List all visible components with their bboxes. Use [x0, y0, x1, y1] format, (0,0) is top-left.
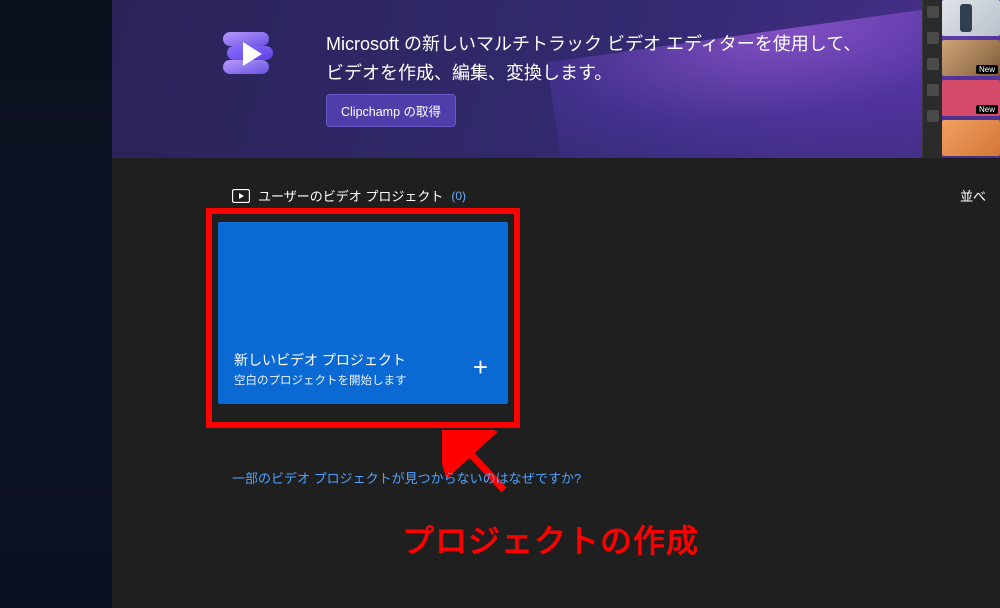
- clipchamp-icon: [220, 24, 278, 82]
- clipchamp-promo-banner: Microsoft の新しいマルチトラック ビデオ エディターを使用して、ビデオ…: [112, 0, 1000, 158]
- rail-icon[interactable]: [927, 58, 939, 70]
- projects-count-link[interactable]: (0): [451, 189, 466, 203]
- missing-projects-help-link[interactable]: 一部のビデオ プロジェクトが見つからないのはなぜですか?: [232, 468, 581, 487]
- get-clipchamp-button[interactable]: Clipchamp の取得: [326, 94, 456, 127]
- left-gutter: [0, 0, 112, 608]
- tile-subtitle: 空白のプロジェクトを開始します: [234, 372, 407, 388]
- projects-section-header: ユーザーのビデオ プロジェクト (0) 並べ: [232, 186, 986, 205]
- sort-dropdown[interactable]: 並べ: [960, 186, 986, 205]
- thumbnail[interactable]: New: [942, 80, 1000, 116]
- video-project-icon: [232, 189, 250, 203]
- rail-icon[interactable]: [927, 32, 939, 44]
- tile-title: 新しいビデオ プロジェクト: [234, 350, 406, 370]
- annotation-caption: プロジェクトの作成: [402, 516, 699, 562]
- thumbnail[interactable]: [942, 0, 1000, 36]
- rail-icon[interactable]: [927, 6, 939, 18]
- new-video-project-tile[interactable]: 新しいビデオ プロジェクト 空白のプロジェクトを開始します +: [218, 222, 508, 404]
- main-area: Microsoft の新しいマルチトラック ビデオ エディターを使用して、ビデオ…: [112, 0, 1000, 608]
- projects-section-title: ユーザーのビデオ プロジェクト: [258, 186, 443, 205]
- thumbnail[interactable]: [942, 120, 1000, 156]
- thumbnail-badge: New: [976, 65, 998, 74]
- rail-icon[interactable]: [927, 84, 939, 96]
- app-root: Microsoft の新しいマルチトラック ビデオ エディターを使用して、ビデオ…: [0, 0, 1000, 608]
- promo-headline: Microsoft の新しいマルチトラック ビデオ エディターを使用して、ビデオ…: [326, 30, 870, 88]
- thumbnail-sidebar: New New: [922, 0, 1000, 158]
- thumbnail-rail: [922, 0, 942, 158]
- thumbnail-badge: New: [976, 105, 998, 114]
- annotation-arrow: [442, 430, 522, 500]
- plus-icon: +: [473, 354, 488, 380]
- thumbnail[interactable]: New: [942, 40, 1000, 76]
- rail-icon[interactable]: [927, 110, 939, 122]
